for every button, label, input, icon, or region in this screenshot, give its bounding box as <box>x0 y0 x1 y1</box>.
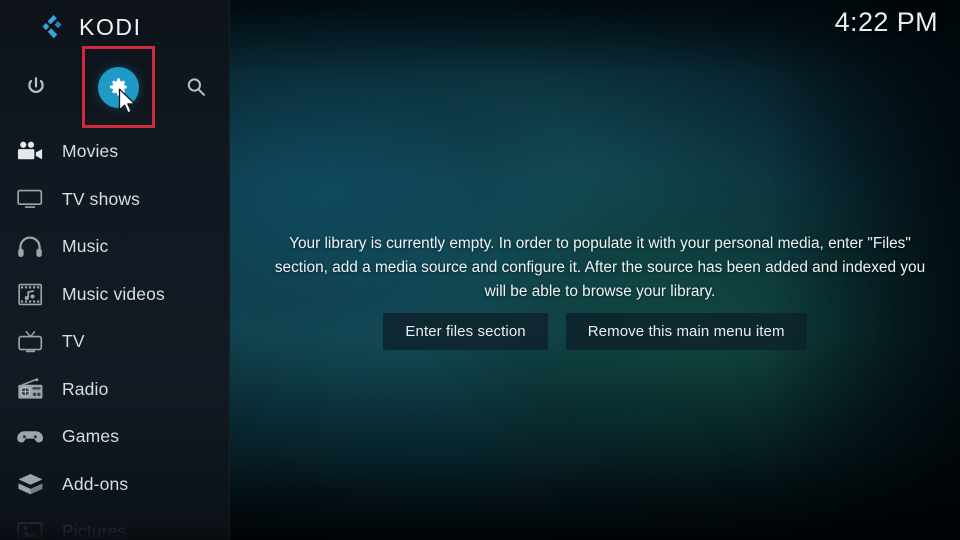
sidebar-menu: Movies TV shows Music Music videos TV Ra… <box>0 128 230 540</box>
movie-camera-icon <box>10 137 50 167</box>
sidebar-item-label: Movies <box>62 141 119 162</box>
sidebar-item-label: Music <box>62 236 109 257</box>
kodi-logo-text: KODI <box>79 13 142 40</box>
action-button-row: Enter files section Remove this main men… <box>230 313 960 350</box>
search-button[interactable] <box>172 46 220 128</box>
search-icon <box>184 75 208 99</box>
sidebar-item-games[interactable]: Games <box>0 413 230 461</box>
kodi-home-screen: 4:22 PM Your library is currently empty.… <box>0 0 960 540</box>
sidebar-item-movies[interactable]: Movies <box>0 128 230 176</box>
sidebar-item-pictures[interactable]: Pictures <box>0 508 230 540</box>
sidebar-item-label: Add-ons <box>62 473 129 494</box>
sidebar-item-label: Games <box>62 426 120 447</box>
sidebar-item-music-videos[interactable]: Music videos <box>0 271 230 319</box>
sidebar: KODI Movies TV shows Music Music videos … <box>0 0 230 540</box>
sidebar-item-radio[interactable]: Radio <box>0 366 230 414</box>
sidebar-item-label: Pictures <box>62 521 127 540</box>
addon-box-icon <box>10 469 50 499</box>
headphones-icon <box>10 232 50 262</box>
main-content-area: 4:22 PM Your library is currently empty.… <box>230 0 960 540</box>
sidebar-item-tv-shows[interactable]: TV shows <box>0 176 230 224</box>
gamepad-icon <box>10 422 50 452</box>
sidebar-item-label: Music videos <box>62 283 165 304</box>
clock: 4:22 PM <box>834 7 938 37</box>
tv-monitor-icon <box>10 184 50 214</box>
radio-icon <box>10 374 50 404</box>
music-video-icon <box>10 279 50 309</box>
remove-main-menu-item-button[interactable]: Remove this main menu item <box>565 313 807 350</box>
kodi-logo: KODI <box>40 13 142 41</box>
power-button[interactable] <box>12 46 60 128</box>
sidebar-topbar <box>0 46 230 128</box>
mouse-pointer <box>118 88 140 116</box>
kodi-logo-mark <box>40 13 68 41</box>
sidebar-item-label: TV <box>62 331 85 352</box>
sidebar-item-add-ons[interactable]: Add-ons <box>0 461 230 509</box>
tv-antenna-icon <box>10 327 50 357</box>
empty-library-message: Your library is currently empty. In orde… <box>274 235 926 300</box>
sidebar-item-tv[interactable]: TV <box>0 318 230 366</box>
enter-files-section-button[interactable]: Enter files section <box>383 313 548 350</box>
power-icon <box>24 75 48 99</box>
pictures-icon <box>10 517 50 540</box>
sidebar-item-label: TV shows <box>62 188 141 209</box>
sidebar-item-music[interactable]: Music <box>0 223 230 271</box>
sidebar-item-label: Radio <box>62 378 109 399</box>
